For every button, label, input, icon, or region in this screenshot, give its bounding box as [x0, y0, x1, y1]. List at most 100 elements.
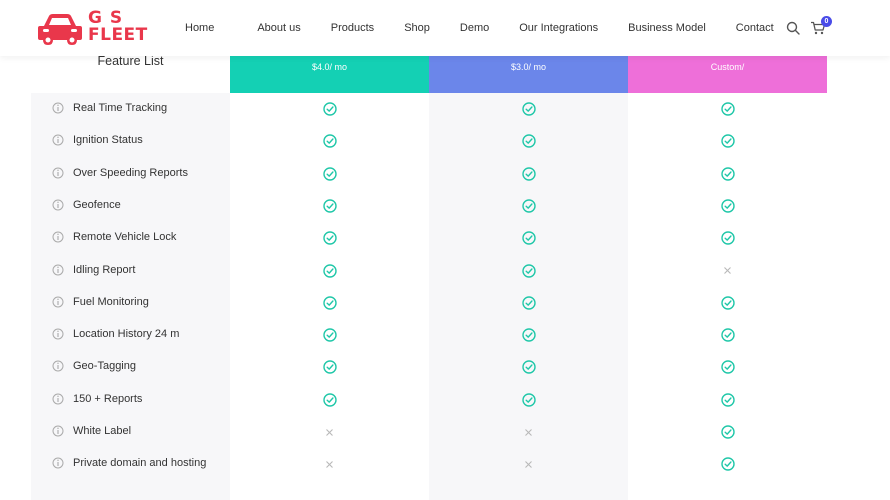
nav-item-integrations[interactable]: Our Integrations	[519, 22, 598, 34]
feature-name: Private domain and hosting	[73, 457, 207, 470]
nav-item-about[interactable]: About us	[257, 22, 300, 34]
brand-logo[interactable]: G S FLEET	[36, 10, 148, 48]
info-icon[interactable]	[52, 134, 64, 146]
feature-name: Over Speeding Reports	[73, 166, 188, 179]
check-icon	[322, 328, 337, 342]
plan-1-cell	[230, 190, 429, 222]
check-icon	[322, 360, 337, 375]
plan-1-cell	[230, 448, 429, 480]
feature-row: Over Speeding Reports	[31, 158, 826, 190]
plan-3-cell	[628, 158, 827, 190]
feature-row: Geo-Tagging	[31, 351, 826, 383]
check-icon	[521, 134, 536, 148]
plan-1-cell	[230, 287, 429, 319]
check-icon	[322, 134, 337, 148]
plan-2-cell	[429, 125, 628, 157]
feature-list-title: Feature List	[97, 54, 164, 68]
check-icon	[720, 231, 735, 245]
info-icon[interactable]	[52, 231, 64, 243]
nav-item-shop[interactable]: Shop	[404, 22, 430, 34]
check-icon	[720, 360, 735, 375]
brand-line-2: FLEET	[88, 25, 148, 45]
feature-label: Real Time Tracking	[31, 93, 230, 125]
cross-icon	[326, 460, 333, 468]
feature-label: 150 + Reports	[31, 384, 230, 416]
plan-2-cell	[429, 287, 628, 319]
plan-2-cell	[429, 416, 628, 448]
feature-row: Fuel Monitoring	[31, 287, 826, 319]
check-icon	[322, 392, 337, 407]
cross-icon	[326, 428, 333, 436]
info-icon[interactable]	[52, 264, 64, 276]
plan-2-cell	[429, 190, 628, 222]
cart-count-badge: 0	[821, 16, 832, 27]
car-logo-icon	[38, 14, 82, 45]
feature-label: Geofence	[31, 190, 230, 222]
nav-item-contact[interactable]: Contact	[736, 22, 774, 34]
check-icon	[322, 166, 337, 181]
site-header: G S FLEET Home About us Products Shop De…	[0, 0, 890, 56]
plan-header-3[interactable]: Custom/	[628, 56, 827, 93]
info-icon[interactable]	[52, 425, 64, 437]
plan-price-3: Custom/	[710, 62, 745, 72]
plan-3-cell	[628, 319, 827, 351]
info-icon[interactable]	[52, 328, 64, 340]
check-icon	[322, 102, 337, 116]
check-icon	[720, 102, 735, 116]
plan-1-cell	[230, 158, 429, 190]
plan-1-cell	[230, 93, 429, 125]
feature-name: Remote Vehicle Lock	[73, 231, 177, 244]
nav-item-products[interactable]: Products	[331, 22, 374, 34]
feature-name: Geo-Tagging	[73, 360, 136, 373]
check-icon	[720, 296, 735, 310]
nav-item-business-model[interactable]: Business Model	[628, 22, 706, 34]
feature-row: Private domain and hosting	[31, 448, 826, 480]
info-icon[interactable]	[52, 296, 64, 308]
info-icon[interactable]	[52, 199, 64, 211]
feature-label: Remote Vehicle Lock	[31, 222, 230, 254]
check-icon	[720, 134, 735, 148]
check-icon	[322, 231, 337, 245]
plan-1-cell	[230, 255, 429, 287]
info-icon[interactable]	[52, 102, 64, 114]
plan-1-cell	[230, 416, 429, 448]
feature-label: White Label	[31, 416, 230, 448]
check-icon	[720, 199, 735, 213]
pricing-table: Feature List $4.0/ mo $3.0/ mo Custom/ R…	[31, 0, 827, 500]
feature-label: Geo-Tagging	[31, 351, 230, 383]
feature-name: Idling Report	[73, 263, 136, 276]
plan-3-cell	[628, 287, 827, 319]
check-icon	[521, 102, 536, 116]
info-icon[interactable]	[52, 167, 64, 179]
feature-label: Location History 24 m	[31, 319, 230, 351]
plan-3-cell	[628, 416, 827, 448]
plan-2-cell	[429, 158, 628, 190]
feature-row: Idling Report	[31, 255, 826, 287]
plan-2-cell	[429, 319, 628, 351]
plan-3-cell	[628, 384, 827, 416]
nav-item-demo[interactable]: Demo	[460, 22, 489, 34]
cross-icon	[525, 460, 532, 468]
feature-label: Ignition Status	[31, 125, 230, 157]
plan-header-1[interactable]: $4.0/ mo	[230, 56, 429, 93]
info-icon[interactable]	[52, 393, 64, 405]
search-icon[interactable]	[786, 21, 800, 35]
main-nav: Home About us Products Shop Demo Our Int…	[170, 0, 774, 56]
plan-header-2[interactable]: $3.0/ mo	[429, 56, 628, 93]
check-icon	[521, 199, 536, 213]
plan-3-cell	[628, 125, 827, 157]
info-icon[interactable]	[52, 360, 64, 372]
feature-name: Geofence	[73, 198, 121, 211]
nav-item-home[interactable]: Home	[185, 22, 214, 34]
plan-3-cell	[628, 190, 827, 222]
check-icon	[322, 263, 337, 278]
info-icon[interactable]	[52, 457, 64, 469]
feature-label: Idling Report	[31, 255, 230, 287]
plan-2-cell	[429, 448, 628, 480]
plan-3-cell	[628, 222, 827, 254]
check-icon	[521, 231, 536, 245]
feature-name: 150 + Reports	[73, 392, 143, 405]
plan-price-2: $3.0/ mo	[510, 62, 547, 72]
feature-row: Ignition Status	[31, 125, 826, 157]
check-icon	[521, 360, 536, 375]
